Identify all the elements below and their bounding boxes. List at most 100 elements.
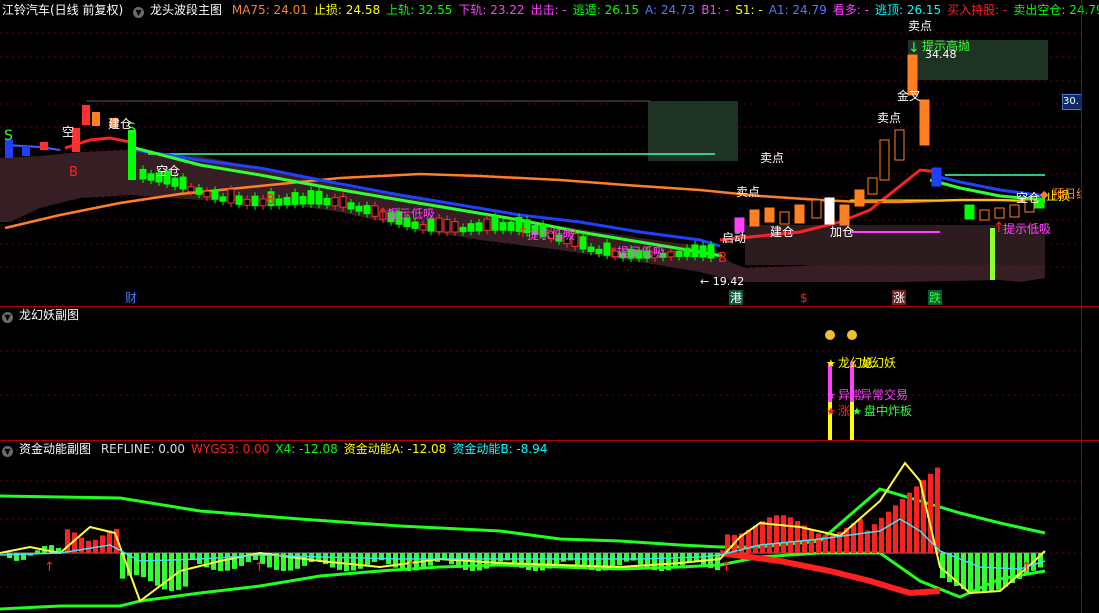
candle-body xyxy=(764,207,775,223)
balloon-icon xyxy=(847,330,857,340)
candle-body xyxy=(203,190,211,198)
candle-body xyxy=(235,195,243,205)
histogram-bar xyxy=(351,553,356,571)
annotation-label: 卖点 xyxy=(908,19,932,33)
candle-body xyxy=(507,221,515,232)
histogram-bar xyxy=(344,553,349,571)
candle-body xyxy=(919,99,930,146)
histogram-bar xyxy=(372,553,377,562)
histogram-bar xyxy=(295,553,300,569)
candle-body xyxy=(749,209,760,227)
histogram-bar xyxy=(893,505,898,553)
candle-body xyxy=(339,196,347,208)
histogram-bar xyxy=(865,530,870,553)
histogram-bar xyxy=(753,525,758,553)
histogram-bar xyxy=(809,530,814,553)
histogram-bar xyxy=(624,553,629,562)
candle-body xyxy=(894,129,905,161)
sub-chart-2-pane[interactable]: ▼ 资金动能副图 REFLINE: 0.00 WYGS3: 0.00 X4: -12.… xyxy=(0,441,1082,613)
histogram-bar xyxy=(141,553,146,578)
histogram-bar xyxy=(666,553,671,571)
star-icon: ★ xyxy=(826,405,836,418)
histogram-bar xyxy=(975,553,980,593)
candle-body xyxy=(667,251,675,258)
annotation-label: 建仓 xyxy=(770,225,794,239)
annotation-label: 卖点 xyxy=(877,111,901,125)
candle-body xyxy=(443,218,451,233)
candle-body xyxy=(499,222,507,231)
s-marker: S xyxy=(4,128,13,144)
histogram-bar xyxy=(767,517,772,553)
histogram-bar xyxy=(781,515,786,553)
annotation-label: 金叉 xyxy=(897,88,921,103)
annotation-label: 卖点 xyxy=(760,151,784,165)
signal-label: 异常交易 xyxy=(860,387,908,402)
annotation-label: 启动 xyxy=(722,231,746,245)
histogram-bar xyxy=(788,517,793,553)
candle-body xyxy=(994,207,1005,219)
buy-arrow-icon: ↑ xyxy=(406,560,417,575)
sub2-canvas[interactable]: ↑ ↑ ↑ ↑ ↑ xyxy=(0,441,1082,613)
histogram-bar xyxy=(989,553,994,592)
candle-body xyxy=(1009,204,1020,218)
histogram-bar xyxy=(232,553,237,569)
right-price-axis[interactable] xyxy=(1081,0,1099,613)
annotation-label: 预日线 xyxy=(1052,187,1082,201)
blue-start xyxy=(4,144,61,151)
sub1-canvas[interactable]: ★ 龙幻妖龙幻妖★ 异常异常交易★ 涨 ★ 盘中炸板 xyxy=(0,307,1082,440)
candle-body xyxy=(811,199,822,219)
main-chart-pane[interactable]: 江铃汽车(日线 前复权) ▼ 龙头波段主图 MA75: 24.01 止损: 24.5… xyxy=(0,0,1099,306)
candle-body xyxy=(427,218,435,232)
candle-body xyxy=(931,167,942,187)
low-price-label: ← 19.42 xyxy=(700,275,744,288)
histogram-bar xyxy=(802,525,807,553)
candle-body xyxy=(475,222,483,232)
candle-body xyxy=(411,221,419,229)
candle-body xyxy=(347,202,355,210)
candle-body xyxy=(128,130,136,180)
histogram-bar xyxy=(961,553,966,590)
sub-chart-1-pane[interactable]: ▼ 龙幻妖副图 ★ 龙幻妖 龙幻妖 ★ 异常 异常交易 ★ 涨 ★ 盘中炸板 xyxy=(0,307,1082,440)
candle-body xyxy=(467,223,475,232)
histogram-bar xyxy=(879,517,884,553)
upper-band-fill xyxy=(648,101,738,161)
histogram-bar xyxy=(7,553,12,559)
histogram-bar xyxy=(935,467,940,553)
signal-label: 涨 xyxy=(838,403,850,418)
buy-arrow-icon: ↑ xyxy=(721,560,732,575)
histogram-bar xyxy=(968,553,973,592)
candle-body xyxy=(355,205,363,212)
candle-body xyxy=(435,217,443,233)
candle-body xyxy=(483,218,491,231)
buy-arrow-icon: ↑ xyxy=(254,560,265,575)
annotation-label: 空 xyxy=(62,125,74,139)
histogram-bar xyxy=(225,553,230,571)
histogram-bar xyxy=(603,553,608,571)
signal-label: 龙幻妖 xyxy=(860,356,896,370)
candle-body xyxy=(824,197,835,225)
main-chart-canvas[interactable]: ↑↑↑↑↓S SBBB空仓建仓空提示低吸提示低吸提示低吸提示低吸← 19.42启动… xyxy=(0,0,1082,306)
diamond-icon: ◆ xyxy=(1040,188,1049,201)
histogram-bar xyxy=(169,553,174,591)
candle-body xyxy=(854,189,865,207)
candle-body xyxy=(251,195,259,207)
histogram-bar xyxy=(996,553,1001,590)
event-tag: 港 xyxy=(730,291,742,305)
buy-arrow-icon: ↑ xyxy=(1021,560,1032,575)
candle-body xyxy=(195,187,203,195)
annotation-label: 加仓 xyxy=(830,225,854,239)
histogram-bar xyxy=(561,553,566,562)
histogram-bar xyxy=(858,518,863,553)
histogram-bar xyxy=(134,553,139,576)
histogram-bar xyxy=(540,553,545,571)
histogram-bar xyxy=(940,553,945,578)
histogram-bar xyxy=(498,553,503,562)
event-tag: 财 xyxy=(125,291,137,305)
histogram-bar xyxy=(484,553,489,569)
candle-body xyxy=(171,177,179,187)
histogram-bar xyxy=(330,553,335,568)
candle-body xyxy=(675,250,683,257)
candle-body xyxy=(839,204,850,226)
histogram-bar xyxy=(358,553,363,569)
histogram-bar xyxy=(35,550,40,553)
